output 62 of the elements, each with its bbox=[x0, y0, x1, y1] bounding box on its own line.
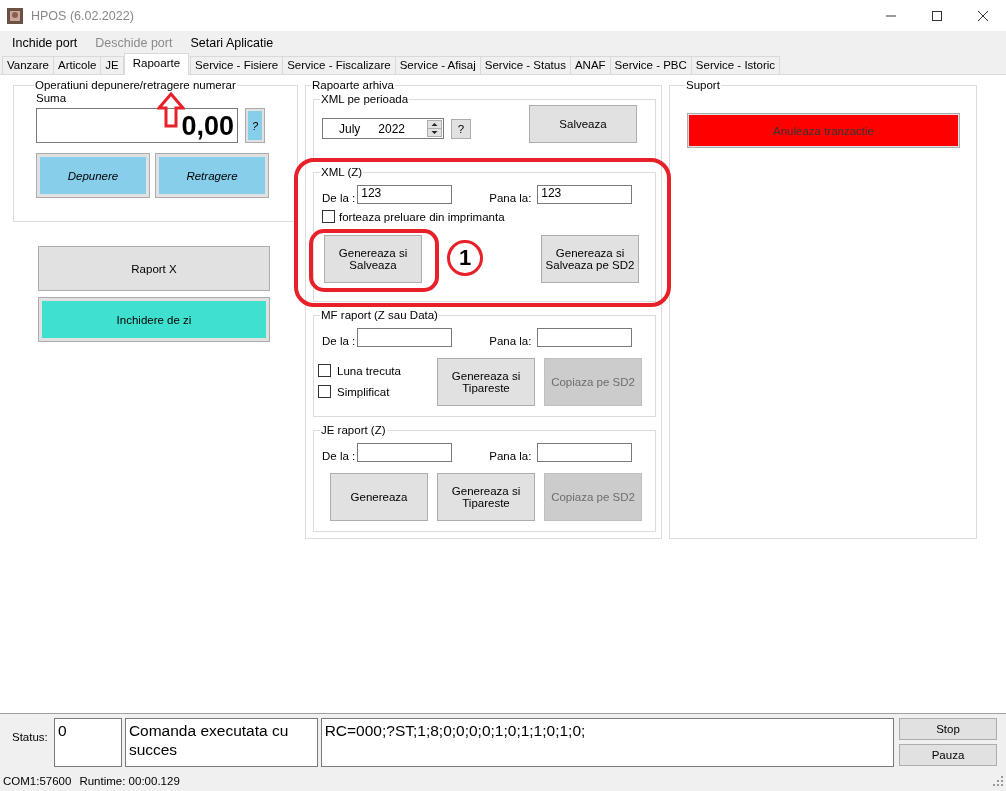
group-title: XML (Z) bbox=[320, 166, 364, 178]
response-field: RC=000;?ST;1;8;0;0;0;0;1;0;1;1;0;1;0; bbox=[320, 718, 894, 767]
group-title: MF raport (Z sau Data) bbox=[320, 309, 439, 321]
group-title: XML pe perioada bbox=[320, 93, 410, 105]
resize-grip-icon[interactable] bbox=[993, 776, 1003, 786]
tab[interactable]: JE bbox=[100, 56, 124, 74]
help-button[interactable]: ? bbox=[451, 118, 471, 139]
spinner-icon[interactable] bbox=[427, 120, 442, 137]
save-button[interactable]: Salveaza bbox=[529, 105, 637, 143]
runtime-status: Runtime: 00:00.129 bbox=[79, 775, 180, 787]
tab[interactable]: Rapoarte bbox=[123, 53, 190, 75]
menu-item[interactable]: Inchide port bbox=[5, 35, 85, 50]
tab[interactable]: Service - Istoric bbox=[690, 56, 781, 74]
report-button[interactable]: Genereaza bbox=[330, 473, 428, 521]
field-label: Pana la: bbox=[489, 449, 533, 462]
checkbox[interactable] bbox=[318, 385, 331, 398]
status-code-field: 0 bbox=[53, 718, 122, 767]
port-status: COM1:57600 bbox=[3, 775, 72, 787]
tab[interactable]: Service - Fisiere bbox=[190, 56, 284, 74]
status-label: Status: bbox=[12, 731, 49, 743]
report-button[interactable]: Inchidere de zi bbox=[38, 297, 270, 342]
group-title: Rapoarte arhiva bbox=[311, 79, 395, 91]
tab[interactable]: Service - Afisaj bbox=[394, 56, 481, 74]
cash-button[interactable]: Depunere bbox=[36, 153, 150, 198]
cash-button[interactable]: Retragere bbox=[155, 153, 269, 198]
menu-item[interactable]: Setari Aplicatie bbox=[183, 35, 281, 50]
group-title: Suport bbox=[685, 79, 721, 91]
field-label: De la : bbox=[322, 449, 356, 462]
amount-field[interactable]: 0,00 bbox=[36, 108, 238, 143]
input-field[interactable] bbox=[537, 443, 633, 462]
input-field[interactable] bbox=[357, 443, 453, 462]
checkbox-label: Simplificat bbox=[337, 385, 390, 398]
maximize-icon[interactable] bbox=[932, 10, 942, 21]
report-button[interactable]: Genereaza si Salveaza pe SD2 bbox=[541, 235, 639, 283]
checkbox-label: forteaza preluare din imprimanta bbox=[339, 210, 505, 223]
input-field[interactable]: 123 bbox=[357, 185, 453, 204]
field-label: De la : bbox=[322, 191, 356, 204]
input-field[interactable] bbox=[357, 328, 453, 347]
app-icon bbox=[7, 7, 23, 24]
field-label: Pana la: bbox=[489, 334, 533, 347]
checkbox[interactable] bbox=[318, 364, 331, 377]
tab[interactable]: Vanzare bbox=[2, 56, 54, 74]
report-button[interactable]: Genereaza si Salveaza bbox=[324, 235, 422, 283]
group-title: JE raport (Z) bbox=[320, 424, 387, 436]
help-button[interactable]: ? bbox=[245, 108, 265, 143]
input-field[interactable] bbox=[537, 328, 633, 347]
month-picker[interactable]: July 2022 bbox=[322, 118, 444, 139]
checkbox-label: Luna trecuta bbox=[337, 364, 401, 377]
checkbox[interactable] bbox=[322, 210, 335, 223]
close-icon[interactable] bbox=[978, 10, 988, 21]
control-button[interactable]: Pauza bbox=[899, 744, 997, 766]
field-label: De la : bbox=[322, 334, 356, 347]
report-button[interactable]: Genereaza si Tipareste bbox=[437, 358, 535, 406]
group-title: Operatiuni depunere/retragere numerar bbox=[34, 79, 237, 91]
field-label: Suma bbox=[36, 92, 68, 104]
report-button[interactable]: Genereaza si Tipareste bbox=[437, 473, 535, 521]
control-button[interactable]: Stop bbox=[899, 718, 997, 740]
report-button[interactable]: Raport X bbox=[38, 246, 270, 291]
field-label: Pana la: bbox=[489, 191, 533, 204]
input-field[interactable]: 123 bbox=[537, 185, 633, 204]
window-title: HPOS (6.02.2022) bbox=[31, 8, 134, 23]
status-message-field: Comanda executata cu succes bbox=[124, 718, 318, 767]
